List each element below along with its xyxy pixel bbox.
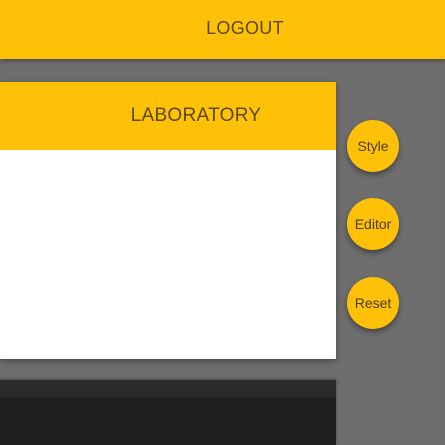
dark-content-inner <box>0 398 336 445</box>
panel-title: LABORATORY <box>130 105 262 126</box>
editor-button[interactable]: Editor <box>347 198 399 250</box>
style-button[interactable]: Style <box>347 120 399 172</box>
laboratory-panel: LABORATORY <box>0 82 336 359</box>
panel-header: LABORATORY <box>0 82 336 150</box>
top-app-bar: LOGOUT <box>0 0 445 59</box>
panel-content-area <box>0 150 336 359</box>
dark-content-area <box>0 380 336 445</box>
reset-button[interactable]: Reset <box>347 277 399 329</box>
logout-button[interactable]: LOGOUT <box>190 8 300 48</box>
